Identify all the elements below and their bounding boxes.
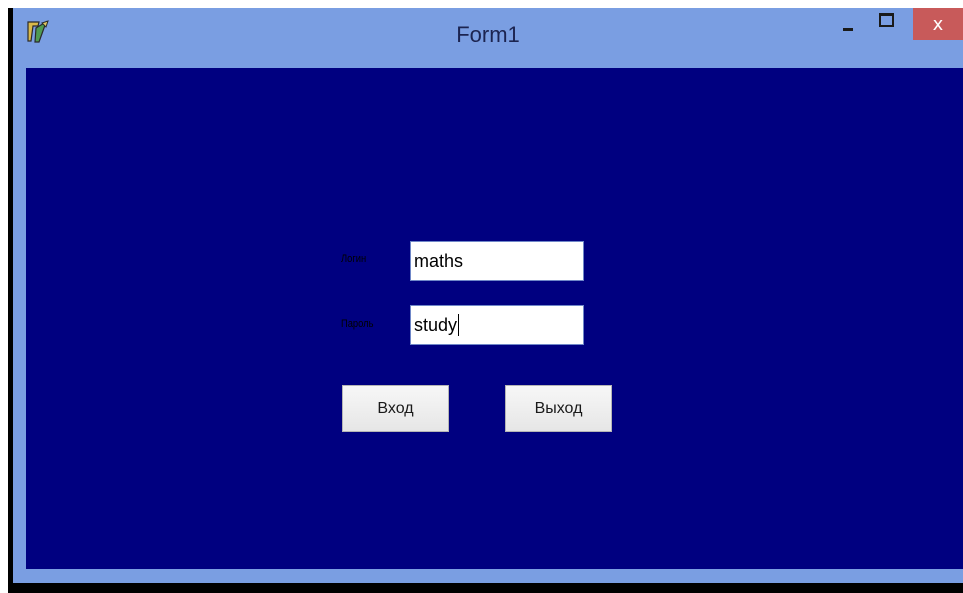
password-input-value: study — [414, 315, 458, 335]
form1-window: Form1 x Логин maths Пароль study Вход Вы… — [8, 8, 963, 593]
window-title: Form1 — [456, 22, 520, 47]
maximize-button[interactable] — [871, 8, 901, 40]
login-label: Логин — [341, 253, 367, 265]
password-input[interactable]: study — [410, 305, 584, 345]
close-icon: x — [932, 13, 944, 35]
window-frame: Form1 x Логин maths Пароль study Вход Вы… — [13, 8, 963, 583]
screen: Form1 x Логин maths Пароль study Вход Вы… — [0, 0, 963, 593]
text-caret — [458, 313, 460, 336]
form-client-area: Логин maths Пароль study Вход Выход — [26, 68, 963, 569]
password-label: Пароль — [341, 318, 374, 330]
maximize-icon — [878, 13, 894, 27]
title-bar[interactable]: Form1 x — [13, 8, 963, 68]
login-input[interactable]: maths — [410, 241, 584, 281]
minimize-icon — [843, 27, 853, 31]
minimize-button[interactable] — [833, 8, 863, 40]
close-button[interactable]: x — [913, 8, 963, 40]
login-input-value: maths — [414, 251, 464, 271]
exit-button[interactable]: Выход — [505, 385, 612, 432]
enter-button[interactable]: Вход — [342, 385, 449, 432]
